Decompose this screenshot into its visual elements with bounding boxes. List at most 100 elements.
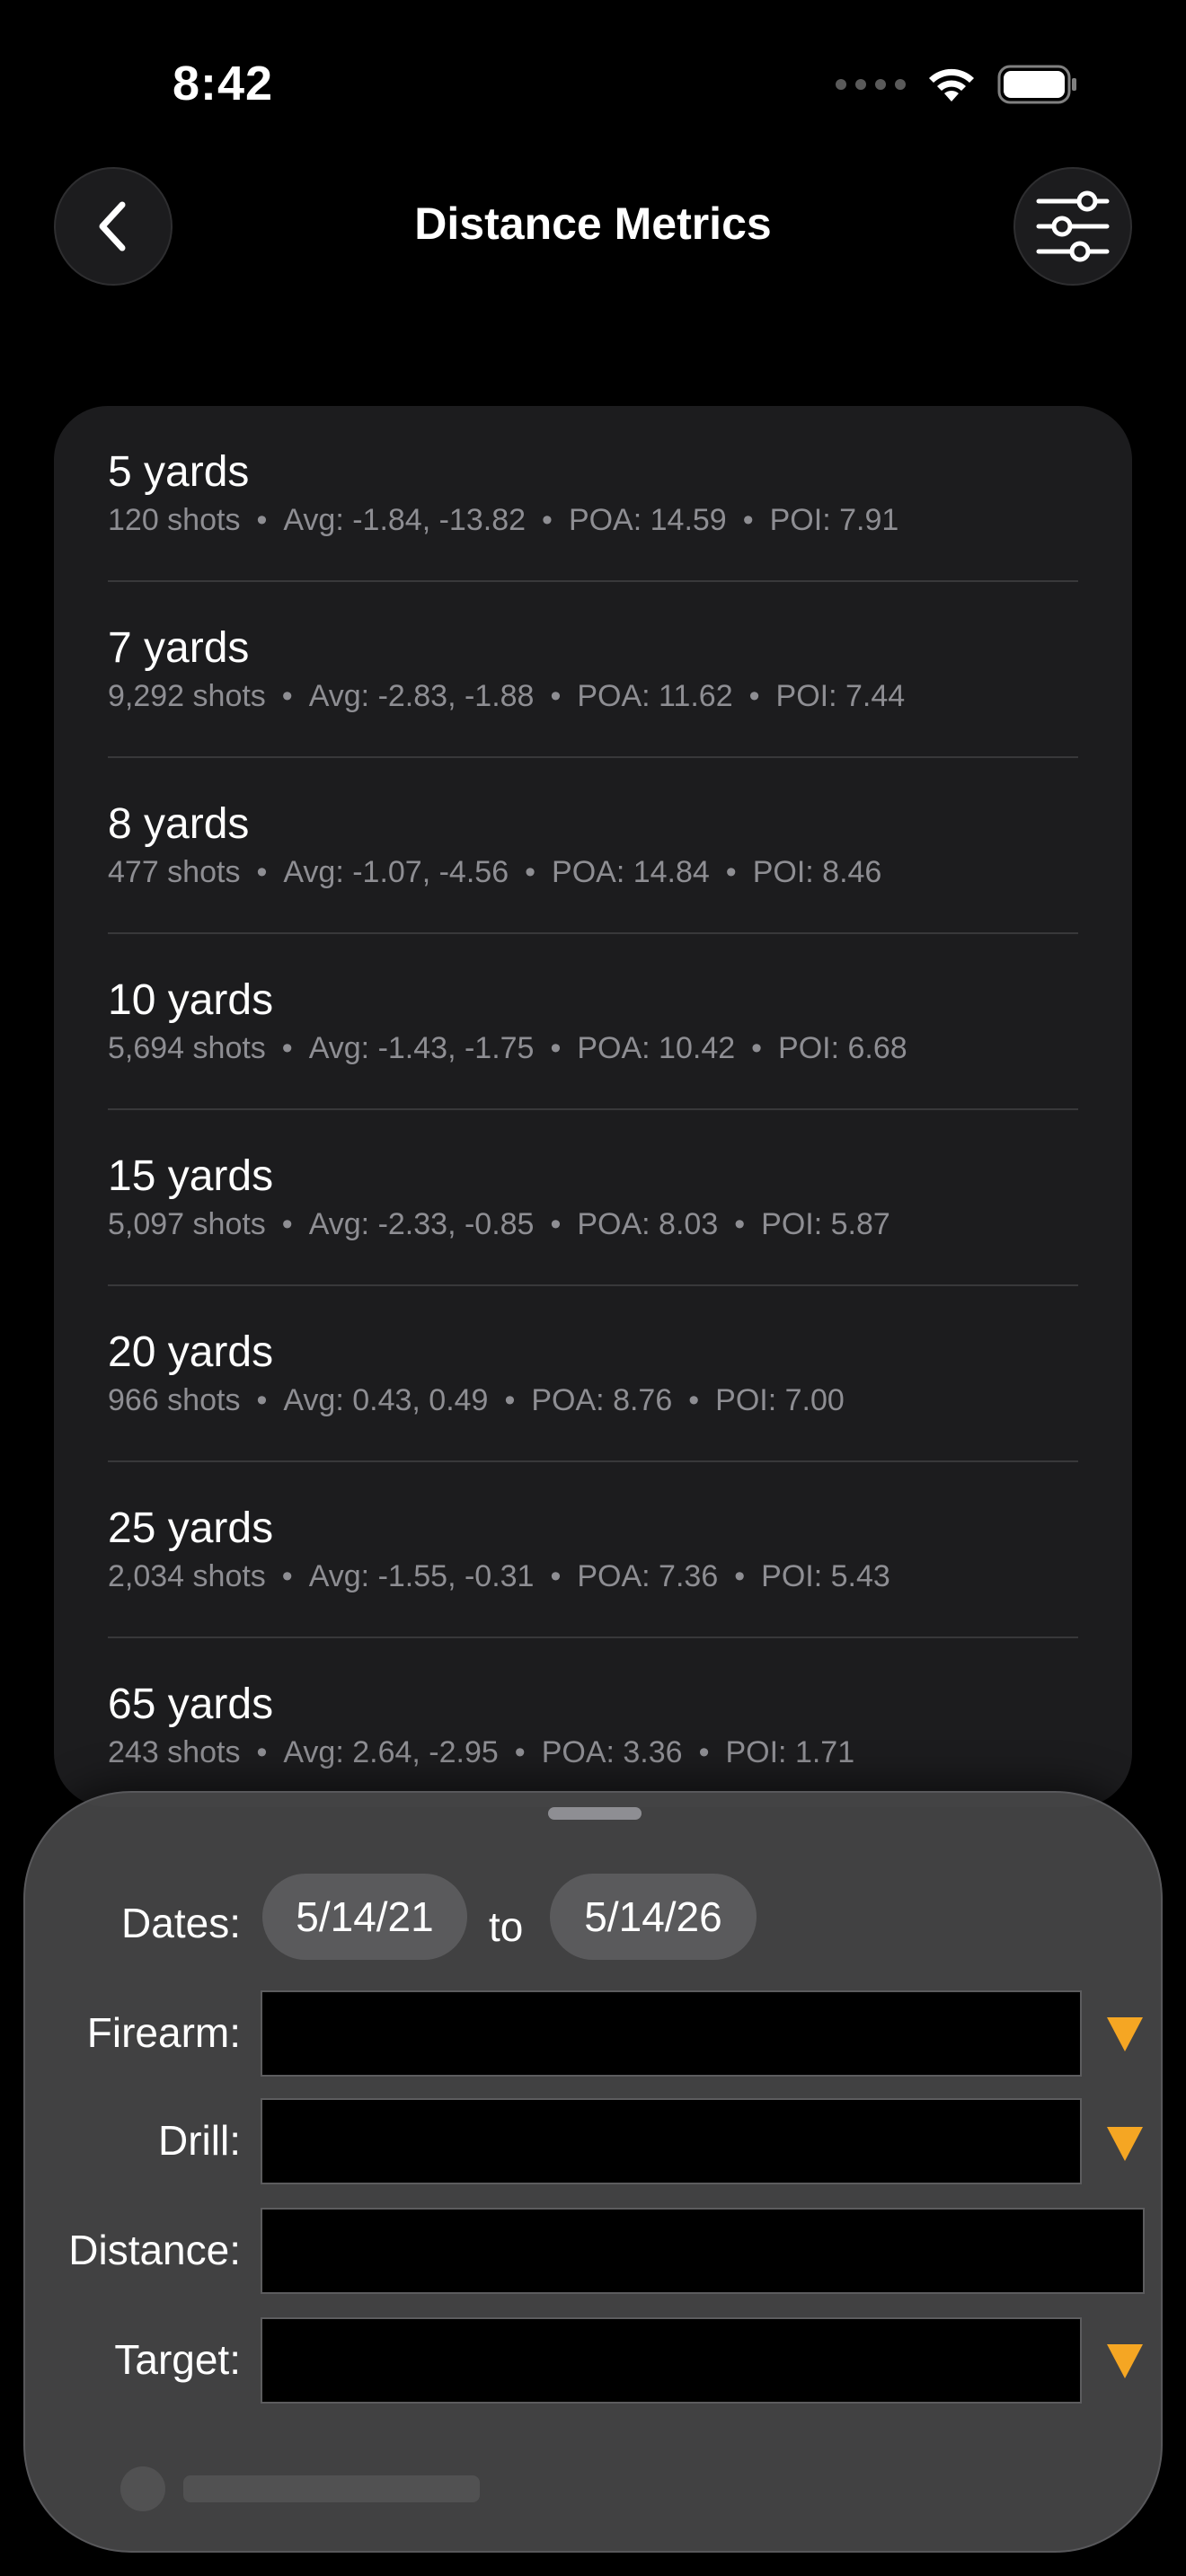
drill-select[interactable] [261, 2098, 1082, 2184]
separator-dot: • [281, 679, 293, 713]
distance-metric-row[interactable]: 7 yards 9,292 shots • Avg: -2.83, -1.88 • POA… [108, 582, 1078, 758]
separator-dot: • [256, 1735, 268, 1769]
firearm-select[interactable] [261, 1990, 1082, 2077]
poi-value: POI: 7.91 [769, 503, 899, 537]
firearm-dropdown-arrow-icon[interactable] [1107, 2017, 1143, 2051]
separator-dot: • [748, 679, 760, 713]
separator-dot: • [725, 855, 737, 889]
average-offset: Avg: -1.55, -0.31 [308, 1559, 535, 1593]
shot-count: 120 shots [108, 503, 241, 537]
end-date-button[interactable]: 5/14/26 [550, 1874, 757, 1960]
battery-icon [997, 65, 1076, 104]
shot-count: 2,034 shots [108, 1559, 266, 1593]
poi-value: POI: 5.87 [761, 1207, 890, 1241]
separator-dot: • [256, 503, 268, 537]
separator-dot: • [281, 1207, 293, 1241]
distance-metric-row[interactable]: 20 yards 966 shots • Avg: 0.43, 0.49 • POA: 8… [108, 1286, 1078, 1462]
separator-dot: • [550, 1031, 562, 1065]
poa-value: POA: 14.84 [552, 855, 710, 889]
shot-count: 5,097 shots [108, 1207, 266, 1241]
drill-label: Drill: [158, 2117, 241, 2164]
distance-label: Distance: [68, 2227, 241, 2273]
poi-value: POI: 6.68 [778, 1031, 907, 1065]
distance-metric-row[interactable]: 8 yards 477 shots • Avg: -1.07, -4.56 • POA: … [108, 758, 1078, 934]
distance-metric-row[interactable]: 25 yards 2,034 shots • Avg: -1.55, -0.31 • PO… [108, 1462, 1078, 1638]
sheet-grabber[interactable] [548, 1807, 642, 1820]
obscured-sheet-row [120, 2466, 624, 2511]
distance-metrics-list: 5 yards 120 shots • Avg: -1.84, -13.82 • POA:… [54, 406, 1132, 1807]
poi-value: POI: 8.46 [752, 855, 882, 889]
distance-label: 7 yards [108, 624, 250, 672]
distance-label: 10 yards [108, 976, 274, 1024]
separator-dot: • [281, 1031, 293, 1065]
distance-label: 25 yards [108, 1504, 274, 1552]
shot-count: 966 shots [108, 1383, 241, 1417]
distance-label: 65 yards [108, 1681, 274, 1728]
firearm-label: Firearm: [86, 2009, 241, 2056]
metric-summary: 5,694 shots • Avg: -1.43, -1.75 • POA: 10.42… [108, 1031, 907, 1066]
separator-dot: • [751, 1031, 763, 1065]
metric-summary: 243 shots • Avg: 2.64, -2.95 • POA: 3.36 • POI… [108, 1735, 854, 1770]
distance-metric-row[interactable]: 10 yards 5,694 shots • Avg: -1.43, -1.75 • PO… [108, 934, 1078, 1110]
metric-summary: 9,292 shots • Avg: -2.83, -1.88 • POA: 11.62… [108, 679, 905, 714]
page-title: Distance Metrics [414, 198, 772, 249]
metric-summary: 2,034 shots • Avg: -1.55, -0.31 • POA: 7.36 •… [108, 1559, 890, 1594]
distance-metric-row[interactable]: 5 yards 120 shots • Avg: -1.84, -13.82 • POA:… [108, 406, 1078, 582]
separator-dot: • [698, 1735, 710, 1769]
distance-metric-row[interactable]: 15 yards 5,097 shots • Avg: -2.33, -0.85 • PO… [108, 1110, 1078, 1286]
wifi-icon [929, 68, 974, 101]
average-offset: Avg: -1.07, -4.56 [283, 855, 509, 889]
metric-summary: 477 shots • Avg: -1.07, -4.56 • POA: 14.84 • P… [108, 855, 881, 890]
separator-dot: • [550, 1559, 562, 1593]
separator-dot: • [256, 855, 268, 889]
status-bar: 8:42 [0, 0, 1186, 180]
separator-dot: • [550, 1207, 562, 1241]
poa-value: POA: 14.59 [568, 503, 727, 537]
distance-label: 20 yards [108, 1328, 274, 1376]
shot-count: 243 shots [108, 1735, 241, 1769]
poi-value: POI: 7.00 [715, 1383, 845, 1417]
target-dropdown-arrow-icon[interactable] [1107, 2344, 1143, 2378]
average-offset: Avg: -2.83, -1.88 [308, 679, 535, 713]
filter-button[interactable] [1013, 167, 1132, 286]
poa-value: POA: 11.62 [577, 679, 733, 713]
distance-label: 15 yards [108, 1152, 274, 1200]
sliders-icon [1036, 190, 1110, 262]
average-offset: Avg: -2.33, -0.85 [308, 1207, 535, 1241]
status-icons [836, 65, 1078, 104]
separator-dot: • [734, 1207, 746, 1241]
separator-dot: • [734, 1559, 746, 1593]
cellular-signal-icon [836, 79, 906, 90]
separator-dot: • [281, 1559, 293, 1593]
average-offset: Avg: -1.43, -1.75 [308, 1031, 535, 1065]
drill-dropdown-arrow-icon[interactable] [1107, 2127, 1143, 2161]
separator-dot: • [688, 1383, 700, 1417]
poi-value: POI: 5.43 [761, 1559, 890, 1593]
target-select[interactable] [261, 2317, 1082, 2404]
distance-metric-row[interactable]: 65 yards 243 shots • Avg: 2.64, -2.95 • POA: … [108, 1638, 1078, 1807]
distance-field[interactable] [261, 2208, 1145, 2294]
filter-sheet: Dates: 5/14/21 to 5/14/26 Firearm: Drill… [23, 1791, 1163, 2553]
separator-dot: • [742, 503, 754, 537]
poa-value: POA: 10.42 [577, 1031, 736, 1065]
poa-value: POA: 8.03 [577, 1207, 719, 1241]
poa-value: POA: 3.36 [541, 1735, 683, 1769]
date-range-to-label: to [489, 1903, 524, 1950]
average-offset: Avg: 0.43, 0.49 [283, 1383, 489, 1417]
navigation-bar: Distance Metrics [0, 162, 1186, 287]
poi-value: POI: 7.44 [775, 679, 906, 713]
target-label: Target: [114, 2336, 241, 2383]
shot-count: 9,292 shots [108, 679, 266, 713]
poa-value: POA: 8.76 [531, 1383, 673, 1417]
separator-dot: • [525, 855, 536, 889]
poi-value: POI: 1.71 [725, 1735, 855, 1769]
separator-dot: • [504, 1383, 516, 1417]
average-offset: Avg: 2.64, -2.95 [283, 1735, 499, 1769]
metric-summary: 5,097 shots • Avg: -2.33, -0.85 • POA: 8.03 •… [108, 1207, 890, 1242]
metric-summary: 120 shots • Avg: -1.84, -13.82 • POA: 14.59 •… [108, 503, 898, 538]
separator-dot: • [514, 1735, 526, 1769]
obscured-text [183, 2475, 480, 2502]
average-offset: Avg: -1.84, -13.82 [283, 503, 527, 537]
start-date-button[interactable]: 5/14/21 [262, 1874, 467, 1960]
distance-label: 8 yards [108, 800, 250, 848]
